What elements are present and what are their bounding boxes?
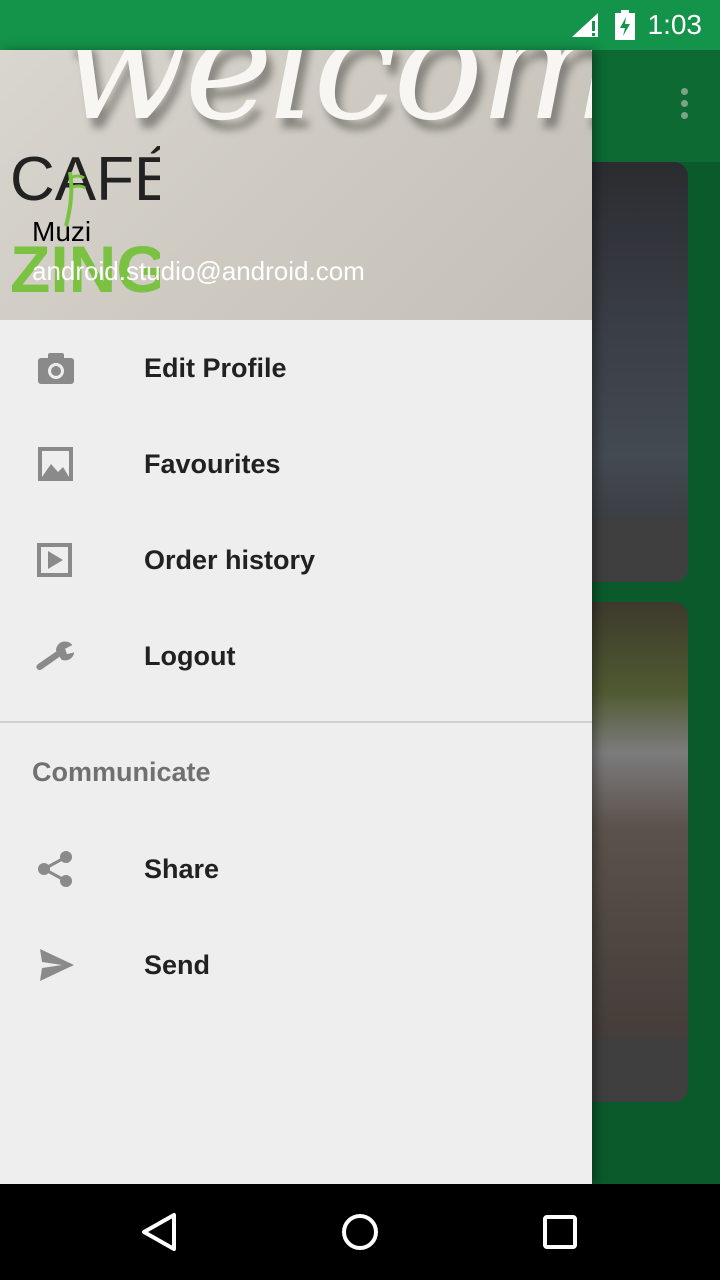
- drawer-menu: Edit Profile Favourites Order history Lo…: [0, 320, 592, 1013]
- user-name: Muzi: [32, 216, 92, 247]
- status-time: 1:03: [647, 9, 703, 40]
- user-email: android.studio@android.com: [32, 256, 365, 286]
- menu-item-label: Favourites: [144, 448, 281, 479]
- menu-item-logout[interactable]: Logout: [0, 608, 592, 704]
- image-icon: [38, 447, 73, 481]
- system-navigation-bar: [0, 1184, 720, 1280]
- status-bar: 1:03: [0, 0, 720, 50]
- menu-item-label: Send: [144, 949, 211, 980]
- menu-item-share[interactable]: Share: [0, 821, 592, 917]
- drawer-header: welcome CAFÉ ZING! Muzi android.studio@a…: [0, 50, 592, 320]
- menu-item-order-history[interactable]: Order history: [0, 512, 592, 608]
- menu-item-send[interactable]: Send: [0, 917, 592, 1013]
- section-title-communicate: Communicate: [32, 756, 211, 787]
- recents-icon[interactable]: [540, 1212, 580, 1252]
- play-icon: [37, 543, 72, 577]
- menu-item-label: Share: [144, 853, 220, 884]
- battery-icon: [614, 10, 635, 40]
- menu-item-label: Order history: [144, 544, 316, 575]
- menu-item-edit-profile[interactable]: Edit Profile: [0, 320, 592, 416]
- home-icon[interactable]: [340, 1212, 380, 1252]
- back-icon[interactable]: [140, 1212, 180, 1252]
- svg-text:CAFÉ: CAFÉ: [10, 145, 160, 214]
- navigation-drawer: welcome CAFÉ ZING! Muzi android.studio@a…: [0, 50, 592, 1184]
- send-icon: [40, 949, 74, 981]
- wrench-icon: [36, 641, 75, 671]
- camera-icon: [38, 353, 74, 384]
- signal-icon: [571, 13, 598, 37]
- share-icon: [38, 851, 72, 887]
- menu-item-favourites[interactable]: Favourites: [0, 416, 592, 512]
- menu-item-label: Edit Profile: [144, 352, 287, 383]
- menu-item-label: Logout: [144, 640, 236, 671]
